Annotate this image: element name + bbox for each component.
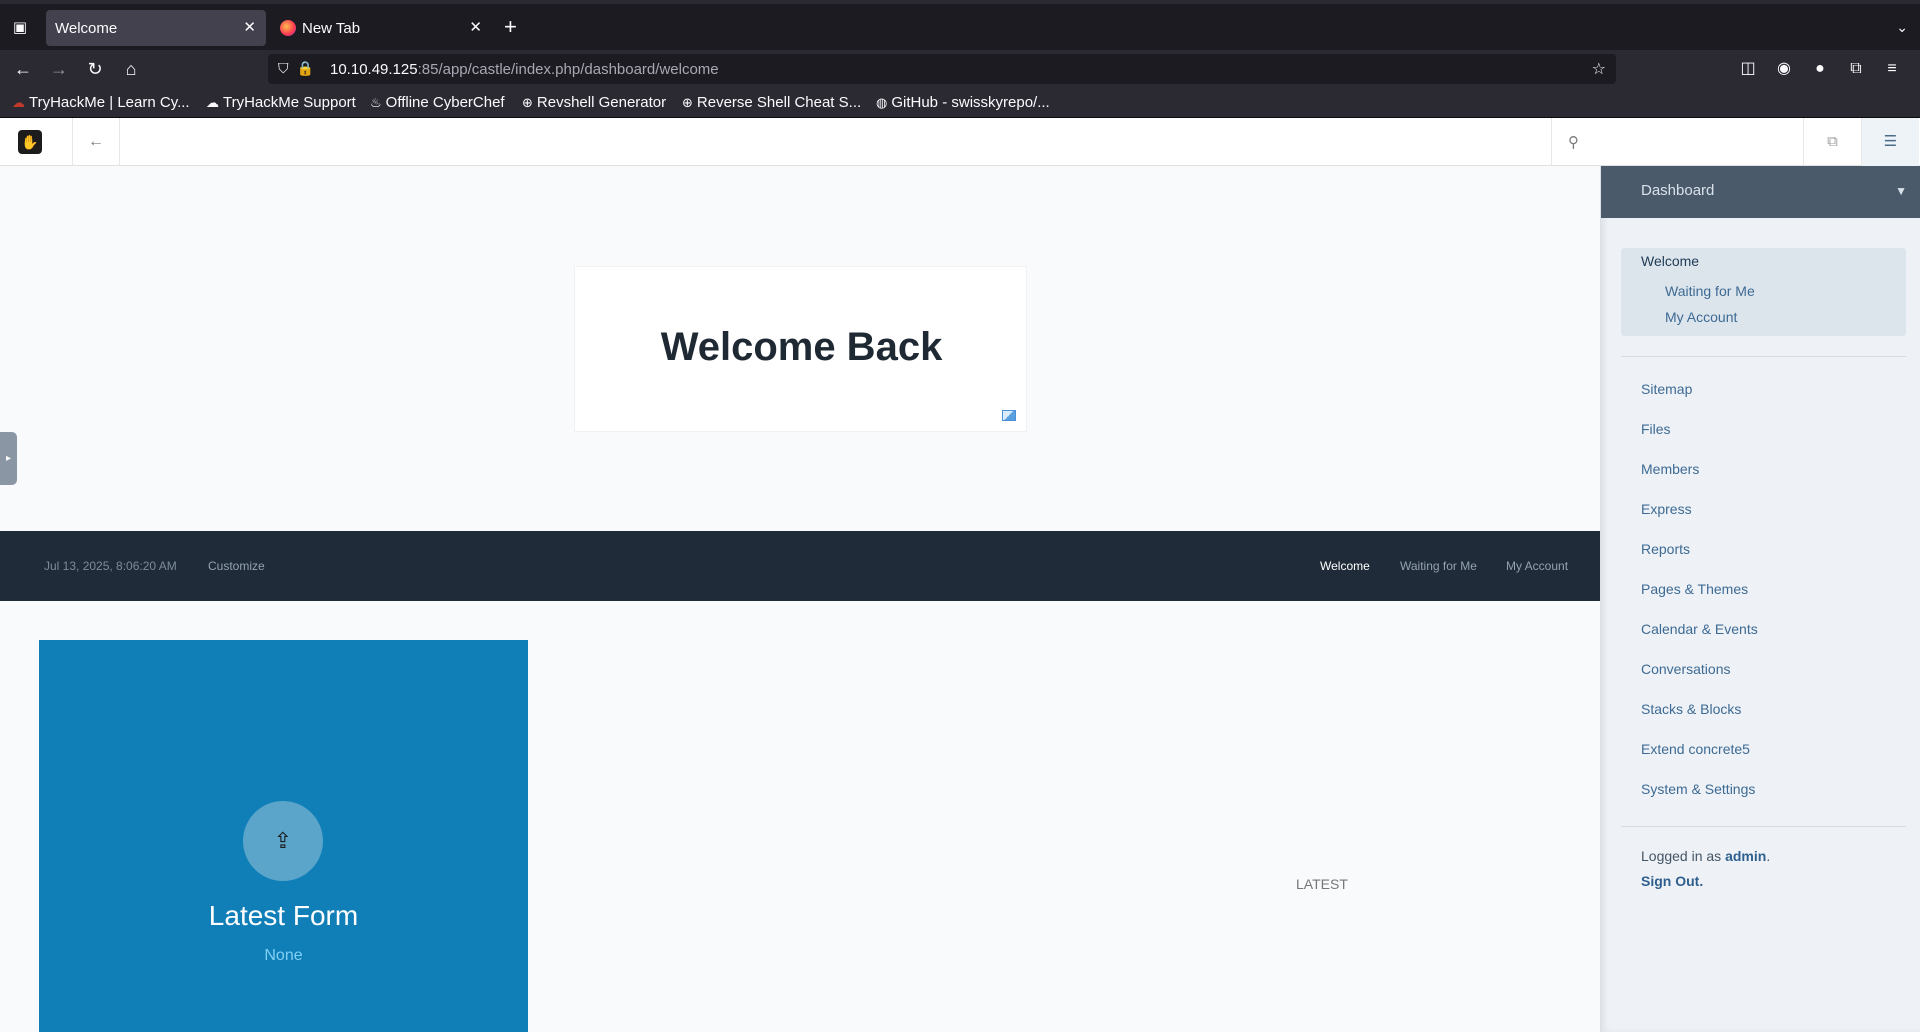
- bookmark-label: TryHackMe Support: [223, 94, 356, 111]
- reload-icon[interactable]: ↻: [82, 56, 108, 82]
- panel-item-conversations[interactable]: Conversations: [1641, 661, 1731, 677]
- tab-welcome[interactable]: Welcome ✕: [46, 10, 266, 46]
- divider: [1621, 826, 1906, 827]
- panel-title: Dashboard: [1641, 182, 1715, 199]
- browser-navbar: ← → ↻ ⌂ ⛉🔒 10.10.49.125:85/app/castle/in…: [0, 50, 1920, 88]
- tab-label: Welcome: [55, 20, 118, 37]
- shield-lock-icon: ⛉🔒: [278, 60, 322, 76]
- customize-link[interactable]: Customize: [208, 559, 265, 573]
- url-path: :85/app/castle/index.php/dashboard/welco…: [417, 61, 719, 78]
- tab-list-icon[interactable]: ▣: [10, 18, 30, 38]
- panel-item-extend[interactable]: Extend concrete5: [1641, 741, 1750, 757]
- upload-icon: ⇪: [243, 801, 323, 881]
- bookmarks-bar: ☁ TryHackMe | Learn Cy... ☁ TryHackMe Supp…: [0, 88, 1920, 118]
- divider: [1621, 356, 1906, 357]
- extension-cookie-icon[interactable]: ●: [1802, 60, 1838, 78]
- cms-search: ⚲: [1551, 118, 1803, 166]
- panel-item-my-account[interactable]: My Account: [1665, 309, 1737, 325]
- home-icon[interactable]: ⌂: [118, 56, 144, 82]
- sign-out-link[interactable]: Sign Out.: [1641, 873, 1703, 889]
- bookmark-cyberchef[interactable]: ♨ Offline CyberChef: [370, 94, 505, 111]
- panel-item-members[interactable]: Members: [1641, 461, 1699, 477]
- back-arrow-icon[interactable]: ←: [10, 56, 36, 82]
- latest-label: LATEST: [1296, 876, 1348, 892]
- pocket-icon[interactable]: ◫: [1730, 58, 1766, 78]
- panel-item-waiting[interactable]: Waiting for Me: [1665, 283, 1755, 299]
- forward-arrow-icon[interactable]: →: [46, 56, 72, 82]
- panel-item-sitemap[interactable]: Sitemap: [1641, 381, 1692, 397]
- tab-label: New Tab: [302, 20, 361, 37]
- logged-suffix: .: [1766, 848, 1771, 864]
- bookmark-tryhackme[interactable]: ☁ TryHackMe | Learn Cy...: [12, 94, 190, 111]
- panel-item-pages-themes[interactable]: Pages & Themes: [1641, 581, 1748, 597]
- bookmark-label: Offline CyberChef: [385, 94, 505, 111]
- panel-item-files[interactable]: Files: [1641, 421, 1671, 437]
- bookmark-github[interactable]: ◍ GitHub - swisskyrepo/...: [876, 94, 1050, 111]
- concrete5-logo-icon[interactable]: ✋: [18, 130, 42, 154]
- bookmark-label: Revshell Generator: [536, 94, 667, 111]
- dashboard-panel: Dashboard ▼ Welcome Waiting for Me My Ac…: [1600, 166, 1920, 1032]
- image-icon: [1002, 410, 1016, 421]
- panel-header[interactable]: Dashboard ▼: [1601, 166, 1920, 218]
- close-icon[interactable]: ✕: [243, 18, 256, 36]
- logged-prefix: Logged in as: [1641, 848, 1722, 864]
- latest-form-tile[interactable]: ⇪ Latest Form None: [39, 640, 528, 1032]
- bookmark-revshell[interactable]: ⊕ Revshell Generator: [522, 94, 666, 111]
- extensions-icon[interactable]: ⧉: [1838, 60, 1874, 78]
- tryhackme-icon: ☁: [12, 95, 25, 110]
- welcome-title: Welcome Back: [660, 325, 943, 369]
- dashbar-nav-account[interactable]: My Account: [1506, 559, 1568, 573]
- browser-tabbar: ▣ Welcome ✕ New Tab ✕ + ⌄: [0, 0, 1920, 50]
- bookmark-reverse-shell[interactable]: ⊕ Reverse Shell Cheat S...: [682, 94, 861, 111]
- firefox-icon: [280, 20, 296, 36]
- dashboard-date: Jul 13, 2025, 8:06:20 AM: [44, 559, 177, 573]
- bookmark-label: GitHub - swisskyrepo/...: [891, 94, 1050, 111]
- url-host: 10.10.49.125: [330, 61, 418, 78]
- logged-in-text: Logged in as admin.: [1641, 848, 1770, 864]
- dashbar-nav-welcome[interactable]: Welcome: [1320, 559, 1370, 573]
- intelligent-search-icon[interactable]: ⧉: [1803, 118, 1861, 166]
- github-icon: ◍: [876, 95, 888, 110]
- globe-icon: ⊕: [522, 95, 533, 110]
- dashboard-bar: Jul 13, 2025, 8:06:20 AM Customize Welco…: [0, 531, 1600, 601]
- star-icon[interactable]: ☆: [1592, 59, 1606, 79]
- url-bar[interactable]: ⛉🔒 10.10.49.125:85/app/castle/index.php/…: [268, 54, 1616, 84]
- sliders-icon[interactable]: ☰: [1861, 118, 1919, 166]
- cms-toolbar: ✋ ← ⚲ ⧉ ☰: [0, 118, 1920, 166]
- url-text[interactable]: 10.10.49.125:85/app/castle/index.php/das…: [330, 61, 719, 78]
- search-icon: ⚲: [1568, 134, 1579, 151]
- username-link[interactable]: admin: [1725, 848, 1766, 864]
- tile-value: None: [264, 947, 303, 964]
- close-icon[interactable]: ✕: [469, 18, 482, 36]
- bookmark-tryhackme-support[interactable]: ☁ TryHackMe Support: [206, 94, 356, 111]
- new-tab-button[interactable]: +: [504, 16, 517, 38]
- search-input[interactable]: [1592, 128, 1792, 156]
- dashbar-nav-waiting[interactable]: Waiting for Me: [1400, 559, 1477, 573]
- bookmark-label: Reverse Shell Cheat S...: [696, 94, 862, 111]
- cloud-icon: ☁: [206, 95, 219, 110]
- globe-icon: ⊕: [682, 95, 693, 110]
- chevron-down-icon[interactable]: ⌄: [1896, 19, 1908, 36]
- account-icon[interactable]: ◉: [1766, 58, 1802, 78]
- tile-title: Latest Form: [208, 900, 359, 931]
- bookmark-label: TryHackMe | Learn Cy...: [29, 94, 190, 111]
- chef-hat-icon: ♨: [370, 95, 382, 110]
- panel-item-reports[interactable]: Reports: [1641, 541, 1690, 557]
- tab-new-tab[interactable]: New Tab ✕: [272, 10, 492, 46]
- welcome-image-block: Welcome Back: [574, 266, 1027, 432]
- side-panel-toggle[interactable]: ▸: [0, 432, 17, 485]
- caret-down-icon: ▼: [1895, 184, 1907, 198]
- back-arrow-icon[interactable]: ←: [72, 118, 120, 166]
- panel-item-welcome[interactable]: Welcome: [1641, 253, 1699, 269]
- panel-item-calendar[interactable]: Calendar & Events: [1641, 621, 1758, 637]
- panel-item-stacks-blocks[interactable]: Stacks & Blocks: [1641, 701, 1741, 717]
- main-content: Welcome Back ▸ Jul 13, 2025, 8:06:20 AM …: [0, 166, 1600, 1032]
- browser-toolbar-right: ◫ ◉ ● ⧉ ≡: [1730, 58, 1910, 78]
- panel-item-system-settings[interactable]: System & Settings: [1641, 781, 1755, 797]
- menu-icon[interactable]: ≡: [1874, 60, 1910, 78]
- panel-item-express[interactable]: Express: [1641, 501, 1692, 517]
